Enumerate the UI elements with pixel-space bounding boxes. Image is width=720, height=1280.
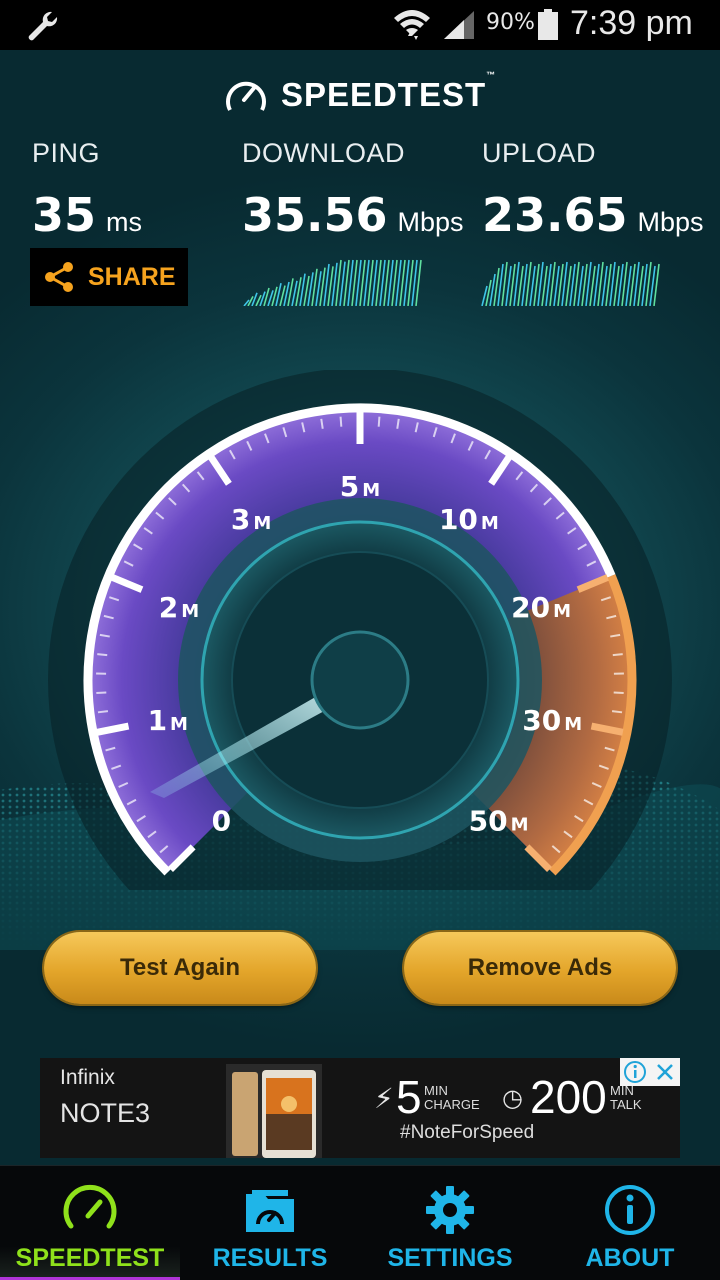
test-again-label: Test Again — [119, 954, 240, 981]
clock-icon: ◷ — [502, 1084, 523, 1112]
ad-talk-value: 200 — [530, 1071, 607, 1123]
battery-icon — [538, 9, 558, 40]
nav-speedtest-label: SPEEDTEST — [15, 1244, 165, 1272]
ad-model: NOTE3 — [60, 1098, 151, 1128]
gear-icon — [426, 1186, 474, 1234]
ad-info-icon[interactable] — [620, 1058, 650, 1086]
share-label: SHARE — [88, 262, 176, 291]
ad-phone-image — [226, 1064, 322, 1158]
app-title: SPEEDTEST™ — [280, 70, 497, 113]
nav-results[interactable]: RESULTS — [180, 1166, 360, 1280]
status-bar: 90% 7:39 pm — [0, 0, 720, 50]
download-speed-graph — [243, 259, 422, 306]
info-icon — [605, 1185, 655, 1235]
wifi-icon — [394, 10, 430, 40]
ad-close-icon[interactable] — [650, 1058, 680, 1086]
remove-ads-label: Remove Ads — [467, 954, 613, 981]
speedometer-logo-icon — [225, 81, 266, 111]
nav-speedtest[interactable]: SPEEDTEST — [0, 1166, 180, 1280]
results-folder-icon — [246, 1190, 294, 1232]
app-logo: SPEEDTEST™ — [0, 70, 720, 114]
download-label: DOWNLOAD — [242, 138, 406, 168]
nav-settings-label: SETTINGS — [387, 1244, 513, 1272]
upload-unit: Mbps — [637, 207, 704, 237]
upload-result: UPLOAD 23.65 Mbps — [482, 138, 704, 242]
remove-ads-button[interactable]: Remove Ads — [404, 932, 676, 1004]
signal-icon — [444, 11, 474, 39]
share-icon — [45, 262, 73, 292]
speed-gauge: 01 M2 M3 M5 M10 M20 M30 M50 M — [48, 370, 672, 890]
gauge-tick-label: 0 — [212, 805, 231, 838]
ad-charge-sub: MIN CHARGE — [424, 1083, 480, 1112]
nav-about-label: ABOUT — [585, 1244, 675, 1272]
ad-hashtag: #NoteForSpeed — [400, 1122, 535, 1143]
ad-banner[interactable]: Infinix NOTE3 ⚡ 5 MIN CHARGE ◷ 200 MIN T… — [40, 1058, 680, 1158]
nav-settings[interactable]: SETTINGS — [360, 1166, 540, 1280]
test-again-button[interactable]: Test Again — [44, 932, 316, 1004]
battery-percent: 90% — [486, 10, 535, 35]
download-unit: Mbps — [397, 207, 464, 237]
ping-label: PING — [32, 138, 101, 168]
ping-result: PING 35 ms — [32, 138, 142, 242]
speedometer-icon — [63, 1184, 117, 1229]
wrench-icon — [28, 11, 58, 41]
upload-speed-graph — [481, 261, 660, 306]
nav-results-label: RESULTS — [212, 1244, 328, 1272]
share-button[interactable]: SHARE — [30, 248, 188, 306]
upload-label: UPLOAD — [482, 138, 597, 168]
nav-about[interactable]: ABOUT — [540, 1166, 720, 1280]
ping-value: 35 — [32, 188, 97, 242]
ad-brand: Infinix — [60, 1066, 115, 1089]
clock: 7:39 pm — [570, 4, 693, 42]
speedtest-screen: SPEEDTEST™ PING 35 ms DOWNLOAD 35.56 Mbps … — [0, 50, 720, 1165]
lightning-icon: ⚡ — [374, 1082, 394, 1115]
download-value: 35.56 — [242, 188, 388, 242]
ad-charge-value: 5 — [396, 1071, 422, 1123]
ping-unit: ms — [106, 207, 143, 237]
download-result: DOWNLOAD 35.56 Mbps — [242, 138, 464, 242]
bottom-navigation: SPEEDTEST RESULTS SETTINGS ABOUT — [0, 1165, 720, 1280]
upload-value: 23.65 — [482, 188, 628, 242]
ad-talk-sub: MIN TALK — [610, 1083, 642, 1112]
